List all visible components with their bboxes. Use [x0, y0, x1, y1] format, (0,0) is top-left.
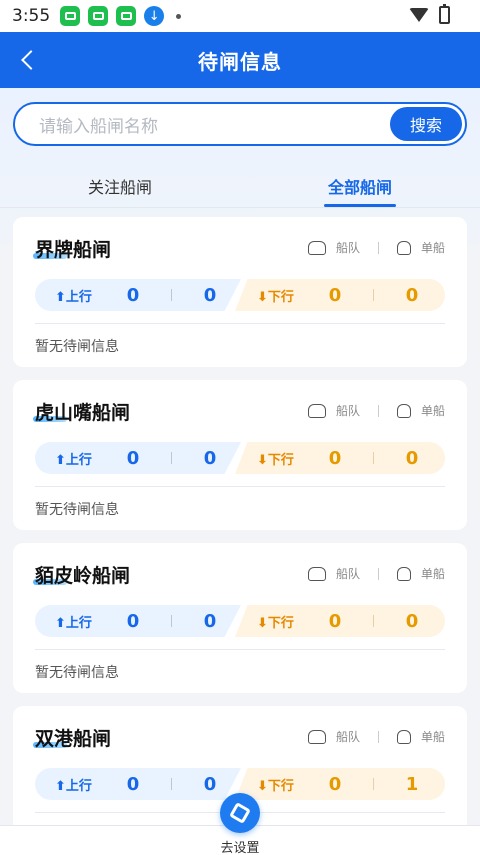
hexagon-settings-icon [229, 802, 251, 824]
legend-fleet: 船队 [335, 241, 360, 255]
fleet-icon [307, 729, 326, 744]
search-input[interactable]: 请输入船闸名称 搜索 [13, 102, 467, 146]
legend: 船队 单船 [307, 728, 445, 745]
down-fleet-count: 0 [328, 284, 342, 306]
down-single-count: 0 [405, 284, 419, 306]
legend-single: 单船 [420, 241, 445, 255]
waiting-info: 暂无待闸信息 [35, 339, 119, 355]
downstream-counts: ⬇下行 0 0 [235, 279, 445, 311]
down-fleet-count: 0 [328, 447, 342, 469]
downstream-counts: ⬇下行 0 0 [235, 605, 445, 637]
lock-card[interactable]: 貊皮岭船闸 船队 单船 ⬆上行 0 0 ⬇下行 0 0 暂无待闸信息 [13, 543, 467, 693]
legend-single: 单船 [420, 404, 445, 418]
up-fleet-count: 0 [126, 610, 140, 632]
tab-followed-locks[interactable]: 关注船闸 [0, 164, 240, 207]
chevron-left-icon [21, 50, 41, 70]
downstream-label: ⬇下行 [257, 778, 294, 794]
downstream-label: ⬇下行 [257, 452, 294, 468]
up-single-count: 0 [203, 284, 217, 306]
upstream-label: ⬆上行 [55, 452, 92, 468]
lock-list: 界牌船闸 船队 单船 ⬆上行 0 0 ⬇下行 0 0 暂无待闸信息 虎山嘴船闸 … [13, 217, 467, 855]
upstream-counts: ⬆上行 0 0 [35, 279, 241, 311]
up-fleet-count: 0 [126, 447, 140, 469]
legend: 船队 单船 [307, 565, 445, 582]
legend-fleet: 船队 [335, 404, 360, 418]
fleet-icon [307, 566, 326, 581]
up-single-count: 0 [203, 773, 217, 795]
single-ship-icon [396, 566, 411, 581]
legend-single: 单船 [420, 730, 445, 744]
down-single-count: 1 [405, 773, 419, 795]
single-ship-icon [396, 729, 411, 744]
down-fleet-count: 0 [328, 773, 342, 795]
wifi-icon [409, 8, 429, 22]
legend: 船队 单船 [307, 239, 445, 256]
waiting-info: 暂无待闸信息 [35, 502, 119, 518]
fleet-icon [307, 403, 326, 418]
lock-card[interactable]: 虎山嘴船闸 船队 单船 ⬆上行 0 0 ⬇下行 0 0 暂无待闸信息 [13, 380, 467, 530]
down-single-count: 0 [405, 447, 419, 469]
downstream-label: ⬇下行 [257, 289, 294, 305]
up-single-count: 0 [203, 447, 217, 469]
upstream-counts: ⬆上行 0 0 [35, 605, 241, 637]
upstream-counts: ⬆上行 0 0 [35, 442, 241, 474]
up-fleet-count: 0 [126, 773, 140, 795]
app-notification-icon [88, 6, 109, 26]
more-notifications-icon [176, 13, 182, 19]
back-button[interactable] [18, 46, 46, 74]
app-notification-icon [60, 6, 81, 26]
count-row: ⬆上行 0 0 ⬇下行 0 0 [35, 442, 445, 474]
page-title: 待闸信息 [198, 49, 282, 74]
downstream-label: ⬇下行 [257, 615, 294, 631]
lock-card[interactable]: 界牌船闸 船队 单船 ⬆上行 0 0 ⬇下行 0 0 暂无待闸信息 [13, 217, 467, 367]
up-single-count: 0 [203, 610, 217, 632]
single-ship-icon [396, 403, 411, 418]
download-icon: ↓ [144, 6, 165, 26]
app-header: 待闸信息 [0, 32, 480, 88]
lock-name: 界牌船闸 [35, 238, 112, 261]
upstream-label: ⬆上行 [55, 615, 92, 631]
settings-button[interactable] [220, 793, 260, 833]
legend-fleet: 船队 [335, 730, 360, 744]
search-button[interactable]: 搜索 [390, 107, 462, 141]
downstream-counts: ⬇下行 0 1 [235, 768, 445, 800]
upstream-counts: ⬆上行 0 0 [35, 768, 241, 800]
lock-name: 双港船闸 [35, 727, 112, 750]
upstream-label: ⬆上行 [55, 289, 92, 305]
count-row: ⬆上行 0 0 ⬇下行 0 0 [35, 605, 445, 637]
legend-single: 单船 [420, 567, 445, 581]
lock-name: 貊皮岭船闸 [35, 564, 131, 587]
search-placeholder: 请输入船闸名称 [39, 116, 158, 137]
up-fleet-count: 0 [126, 284, 140, 306]
tab-all-locks[interactable]: 全部船闸 [240, 164, 480, 207]
down-single-count: 0 [405, 610, 419, 632]
settings-label[interactable]: 去设置 [0, 837, 480, 855]
battery-icon [439, 4, 450, 24]
single-ship-icon [396, 240, 411, 255]
down-fleet-count: 0 [328, 610, 342, 632]
downstream-counts: ⬇下行 0 0 [235, 442, 445, 474]
lock-name: 虎山嘴船闸 [35, 401, 131, 424]
legend: 船队 单船 [307, 402, 445, 419]
fleet-icon [307, 240, 326, 255]
waiting-info: 暂无待闸信息 [35, 665, 119, 681]
count-row: ⬆上行 0 0 ⬇下行 0 0 [35, 279, 445, 311]
tab-bar: 关注船闸 全部船闸 [0, 164, 480, 208]
legend-fleet: 船队 [335, 567, 360, 581]
upstream-label: ⬆上行 [55, 778, 92, 794]
app-notification-icon [116, 6, 137, 26]
status-bar: 3:55 ↓ [0, 0, 480, 32]
status-time: 3:55 [12, 6, 51, 26]
